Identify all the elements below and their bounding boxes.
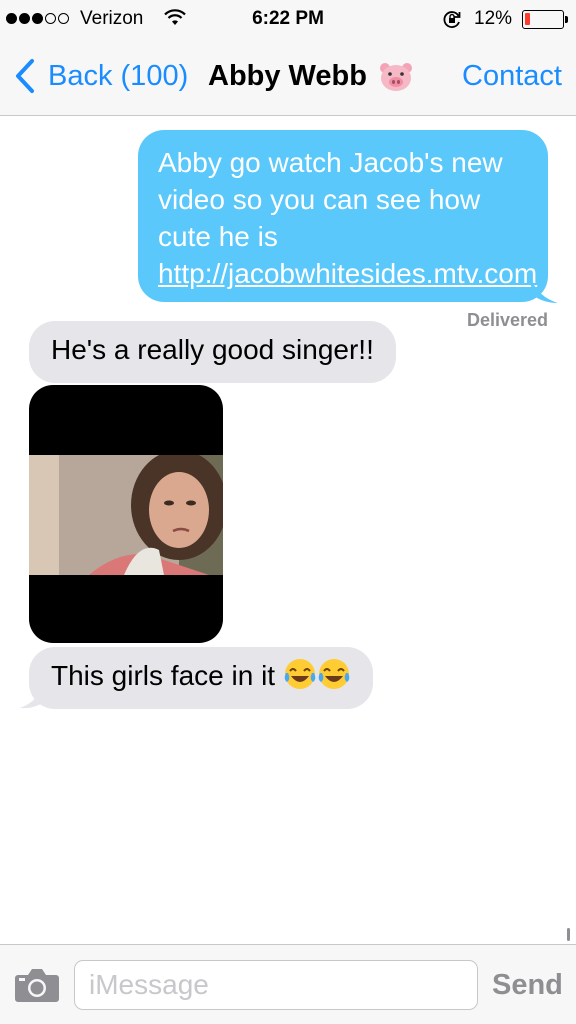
- outgoing-message-bubble[interactable]: Abby go watch Jacob's new video so you c…: [138, 130, 548, 302]
- contact-name: Abby Webb: [208, 60, 367, 92]
- imessage-input[interactable]: [74, 960, 478, 1010]
- video-thumbnail: [29, 455, 223, 575]
- face-with-tears-of-joy-emoji: [318, 659, 350, 689]
- outgoing-message-text: Abby go watch Jacob's new video so you c…: [158, 147, 503, 252]
- message-input-bar: Send: [0, 944, 576, 1024]
- incoming-bubble-tail: [20, 676, 48, 709]
- back-button[interactable]: Back (100): [14, 58, 188, 94]
- battery-icon: [522, 10, 564, 29]
- delivered-status: Delivered: [466, 310, 548, 330]
- incoming-message-bubble[interactable]: This girls face in it: [29, 647, 373, 709]
- incoming-message-bubble[interactable]: He's a really good singer!!: [29, 321, 396, 383]
- face-with-tears-of-joy-emoji: [284, 659, 316, 689]
- chevron-left-icon: [16, 59, 34, 93]
- pig-face-emoji: [379, 62, 412, 91]
- outgoing-bubble-tail: [530, 276, 558, 303]
- incoming-message-text: He's a really good singer!!: [51, 334, 374, 365]
- camera-icon[interactable]: [14, 967, 60, 1003]
- battery-percentage: 12%: [474, 8, 513, 29]
- rotation-lock-icon: [443, 11, 461, 28]
- send-button[interactable]: Send: [492, 969, 563, 1002]
- contact-button[interactable]: Contact: [462, 60, 562, 93]
- battery-tip: [565, 16, 568, 23]
- message-link[interactable]: http://jacobwhitesides.mtv.com: [158, 258, 537, 289]
- conversation-title: Abby Webb: [208, 60, 413, 93]
- back-label: Back (100): [48, 59, 189, 92]
- video-message-thumbnail[interactable]: [29, 385, 223, 643]
- scroll-indicator[interactable]: [567, 928, 570, 941]
- incoming-message-text: This girls face in it: [51, 660, 283, 691]
- navigation-bar: Back (100) Abby Webb Contact: [0, 40, 576, 116]
- status-bar: Verizon 6:22 PM 12%: [0, 0, 576, 40]
- messages-screen: Verizon 6:22 PM 12% Back (100) Abby Webb: [0, 0, 576, 1024]
